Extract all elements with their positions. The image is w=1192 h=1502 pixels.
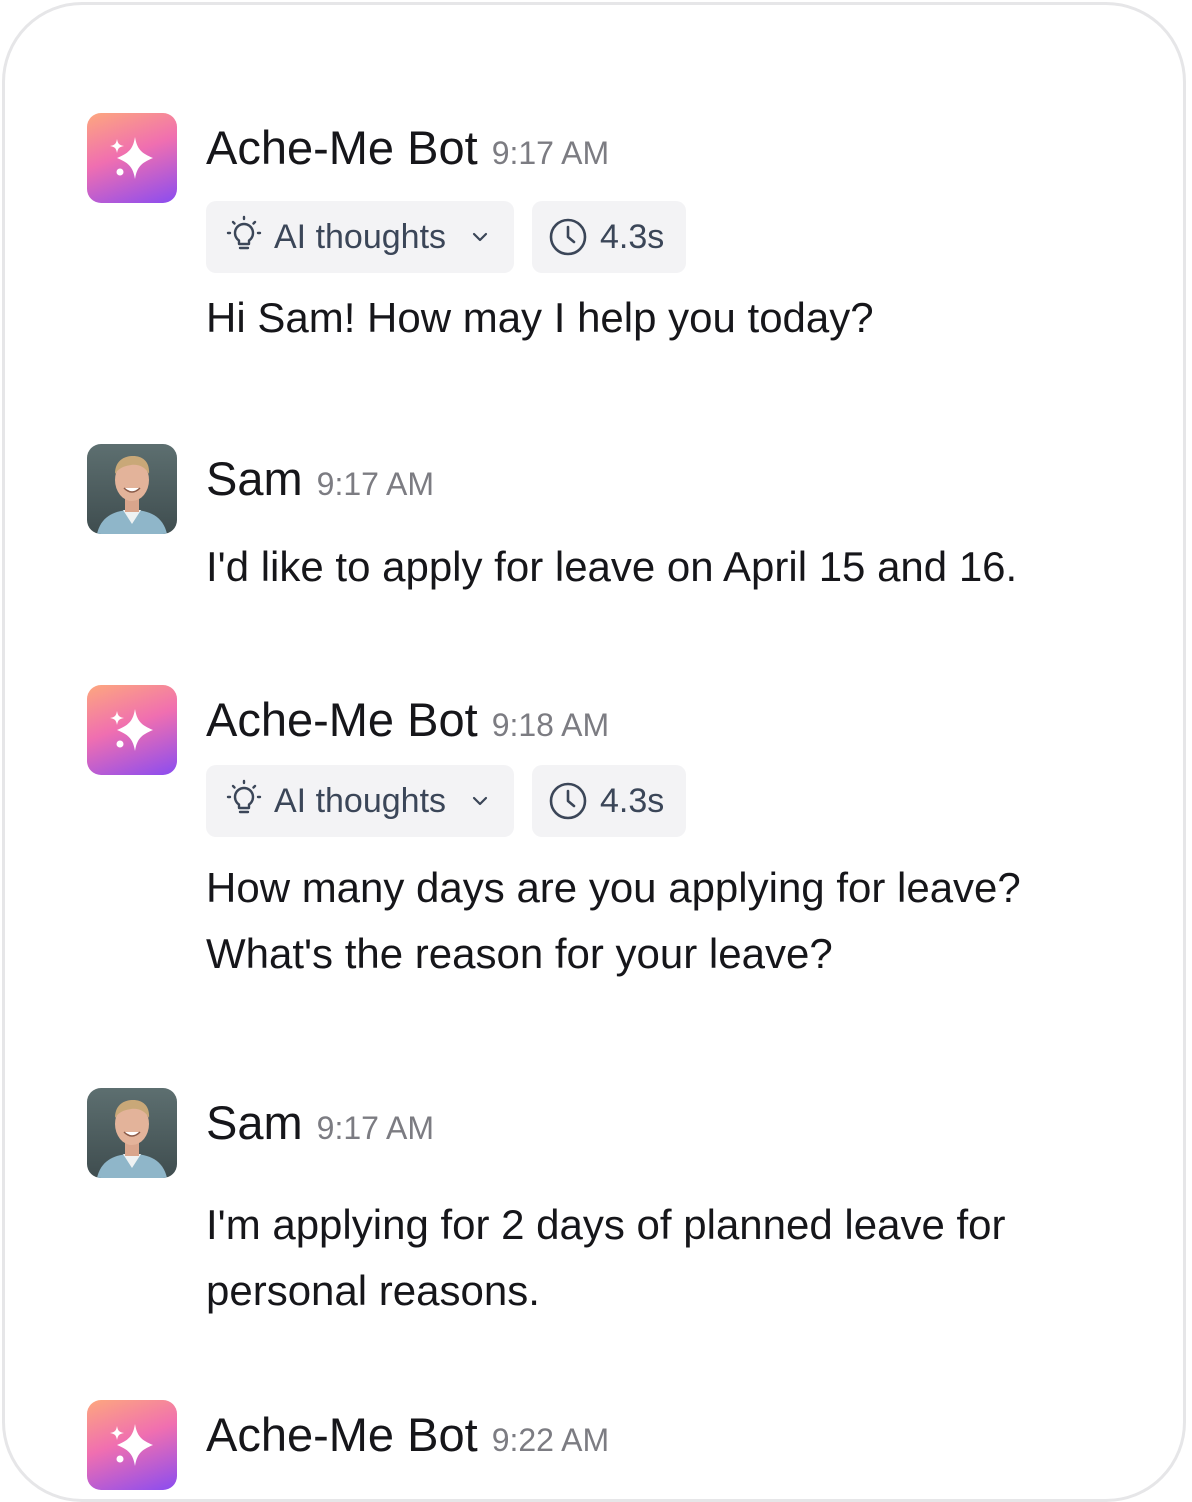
message-time: 9:22 AM	[491, 1422, 610, 1458]
ai-thoughts-label: AI thoughts	[274, 217, 447, 256]
clock-icon	[549, 782, 587, 820]
duration-value: 4.3s	[600, 217, 665, 256]
ai-thoughts-label: AI thoughts	[274, 781, 447, 820]
sender-name: Ache-Me Bot	[206, 1408, 478, 1461]
duration-value: 4.3s	[600, 781, 665, 820]
bot-avatar	[87, 113, 177, 203]
message-text: Hi Sam! How may I help you today?	[206, 285, 1147, 351]
message-line: I'd like to apply for leave on April 15 …	[206, 543, 1018, 590]
sender-name: Sam	[206, 452, 303, 505]
duration-badge: 4.3s	[532, 201, 687, 273]
chevron-down-icon	[472, 796, 488, 806]
sender-name: Ache-Me Bot	[206, 693, 478, 746]
message-text: I'd like to apply for leave on April 15 …	[206, 534, 1147, 600]
message-line: How many days are you applying for leave…	[206, 864, 1021, 911]
user-photo	[97, 1100, 167, 1178]
message-line: I'm applying for 2 days of planned leave…	[206, 1201, 1006, 1248]
message-line: personal reasons.	[206, 1267, 540, 1314]
message-text: I'm applying for 2 days of planned leave…	[206, 1192, 1147, 1324]
sender-name: Ache-Me Bot	[206, 121, 478, 174]
user-avatar	[87, 444, 177, 534]
ai-thoughts-toggle[interactable]: AI thoughts	[206, 201, 515, 273]
user-avatar	[87, 1088, 177, 1178]
message-line: What's the reason for your leave?	[206, 930, 833, 977]
message-line: Hi Sam! How may I help you today?	[206, 294, 874, 341]
chevron-down-icon	[472, 232, 488, 242]
sparkle-icon	[110, 709, 153, 751]
bot-avatar	[87, 1400, 177, 1490]
sparkle-icon	[110, 1424, 153, 1466]
message-time: 9:17 AM	[491, 135, 610, 171]
lightbulb-icon	[226, 215, 262, 250]
duration-badge: 4.3s	[532, 765, 687, 837]
clock-icon	[549, 218, 587, 256]
sparkle-icon	[110, 137, 153, 179]
lightbulb-icon	[226, 779, 262, 814]
sender-name: Sam	[206, 1096, 303, 1149]
message-time: 9:17 AM	[316, 466, 435, 502]
message-time: 9:18 AM	[491, 707, 610, 743]
message-time: 9:17 AM	[316, 1110, 435, 1146]
message-text: How many days are you applying for leave…	[206, 855, 1147, 987]
user-photo	[97, 456, 167, 534]
ai-thoughts-toggle[interactable]: AI thoughts	[206, 765, 515, 837]
bot-avatar	[87, 685, 177, 775]
